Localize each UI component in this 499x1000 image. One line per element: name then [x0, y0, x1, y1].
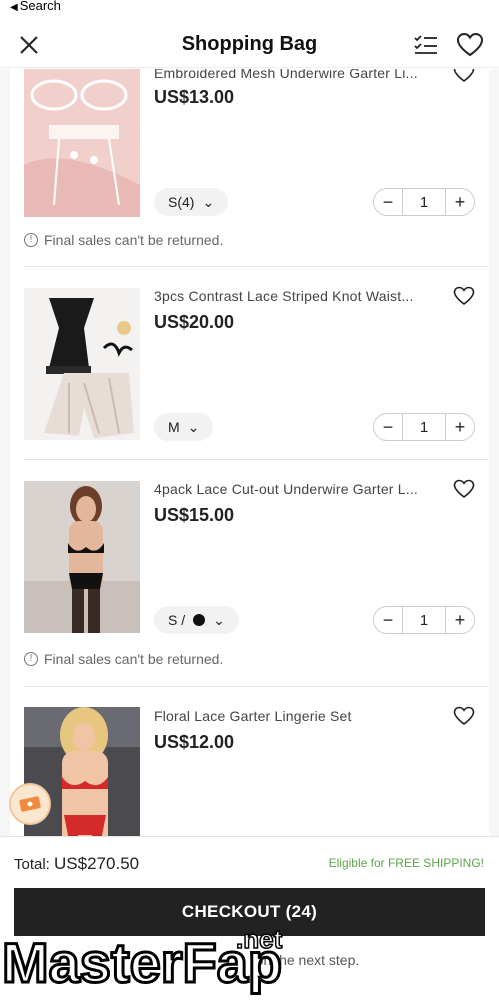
chevron-down-icon: ⌄: [202, 193, 215, 210]
header: Shopping Bag: [0, 22, 499, 68]
size-value: M: [168, 419, 180, 435]
product-price: US$20.00: [154, 312, 235, 332]
favorite-heart-icon[interactable]: [453, 286, 475, 306]
back-to-search-link[interactable]: Search: [20, 0, 61, 13]
product-image[interactable]: [24, 69, 140, 217]
quantity-value[interactable]: 1: [402, 189, 446, 215]
favorite-heart-icon[interactable]: [453, 706, 475, 726]
decrease-quantity-button[interactable]: −: [374, 414, 402, 440]
product-image[interactable]: [24, 481, 140, 633]
bag-item-list: Embroidered Mesh Underwire Garter Li... …: [0, 69, 499, 836]
size-selector[interactable]: S(4) ⌄: [154, 188, 229, 216]
size-value: S /: [168, 612, 186, 628]
product-name[interactable]: 4pack Lace Cut-out Underwire Garter L...: [154, 481, 438, 497]
back-triangle-icon[interactable]: ◀: [10, 2, 18, 13]
status-bar: ◀ Search: [0, 0, 499, 14]
product-price: US$15.00: [154, 505, 235, 525]
total-label: Total:: [14, 856, 50, 873]
watermark-logo: MasterFap .net: [2, 923, 284, 995]
product-name[interactable]: 3pcs Contrast Lace Striped Knot Waist...: [154, 288, 438, 304]
increase-quantity-button[interactable]: +: [446, 414, 474, 440]
notice-text: Final sales can't be returned.: [44, 232, 224, 248]
order-total: Total: US$270.50: [14, 854, 139, 874]
quantity-value[interactable]: 1: [402, 414, 446, 440]
quantity-stepper: − 1 +: [373, 188, 475, 216]
checklist-icon[interactable]: [412, 32, 440, 58]
bag-item: Floral Lace Garter Lingerie Set US$12.00: [10, 687, 489, 836]
favorite-heart-icon[interactable]: [453, 479, 475, 499]
chevron-down-icon: ⌄: [213, 611, 225, 628]
bag-item: 4pack Lace Cut-out Underwire Garter L...…: [10, 460, 489, 687]
quantity-stepper: − 1 +: [373, 413, 475, 441]
increase-quantity-button[interactable]: +: [446, 189, 474, 215]
product-image[interactable]: [24, 288, 140, 440]
decrease-quantity-button[interactable]: −: [374, 607, 402, 633]
total-value: US$270.50: [54, 854, 140, 873]
wishlist-heart-icon[interactable]: [456, 32, 484, 58]
increase-quantity-button[interactable]: +: [446, 607, 474, 633]
chevron-down-icon: ⌄: [187, 418, 200, 435]
size-selector[interactable]: M ⌄: [154, 413, 214, 441]
product-price: US$12.00: [154, 732, 235, 752]
bag-item: Embroidered Mesh Underwire Garter Li... …: [10, 69, 489, 267]
close-icon[interactable]: [16, 32, 42, 58]
coupon-float-button[interactable]: [9, 783, 51, 825]
watermark-suffix: .net: [236, 924, 283, 954]
free-shipping-badge: Eligible for FREE SHIPPING!: [328, 856, 484, 870]
info-icon: !: [24, 233, 38, 247]
final-sale-notice: ! Final sales can't be returned.: [24, 651, 223, 667]
product-name[interactable]: Floral Lace Garter Lingerie Set: [154, 708, 438, 724]
final-sale-notice: ! Final sales can't be returned.: [24, 232, 223, 248]
quantity-value[interactable]: 1: [402, 607, 446, 633]
page-title: Shopping Bag: [181, 33, 318, 55]
favorite-heart-icon[interactable]: [453, 69, 475, 83]
color-swatch-icon: [193, 614, 206, 626]
size-value: S(4): [168, 194, 195, 210]
size-color-selector[interactable]: S / ⌄: [154, 606, 239, 634]
decrease-quantity-button[interactable]: −: [374, 189, 402, 215]
notice-text: Final sales can't be returned.: [44, 651, 224, 667]
bag-item: 3pcs Contrast Lace Striped Knot Waist...…: [10, 267, 489, 460]
product-name[interactable]: Embroidered Mesh Underwire Garter Li...: [154, 69, 438, 81]
product-price: US$13.00: [154, 87, 235, 107]
quantity-stepper: − 1 +: [373, 606, 475, 634]
coupon-icon: [19, 796, 41, 812]
info-icon: !: [24, 652, 38, 666]
